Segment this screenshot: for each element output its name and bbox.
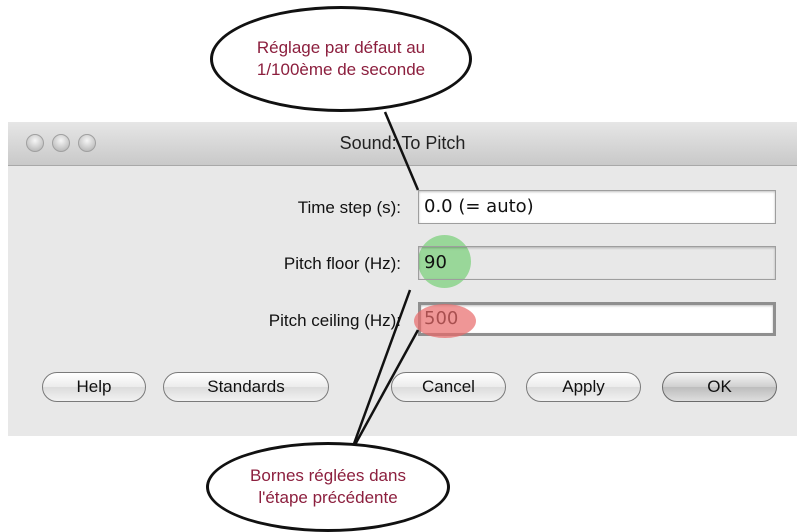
default-timestep-callout: Réglage par défaut au 1/100ème de second… [210, 6, 472, 112]
default-timestep-callout-text: Réglage par défaut au 1/100ème de second… [256, 38, 426, 79]
ceiling-callout-pointer [349, 329, 420, 453]
bounds-callout: Bornes réglées dans l'étape précédente [206, 442, 450, 532]
top-callout-pointer [383, 111, 420, 191]
bounds-callout-text: Bornes réglées dans l'étape précédente [250, 466, 406, 507]
floor-callout-pointer [349, 289, 412, 453]
